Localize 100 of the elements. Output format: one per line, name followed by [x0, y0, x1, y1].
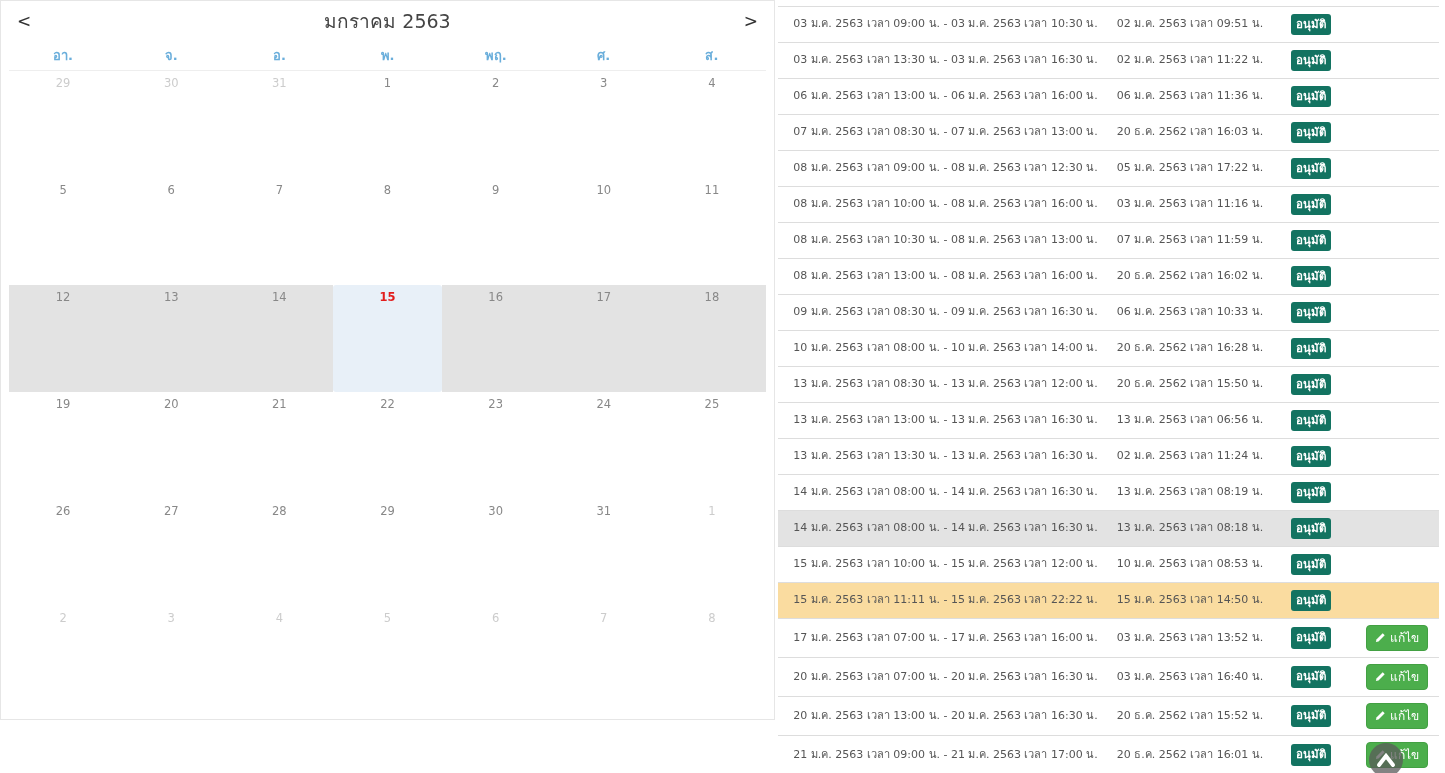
table-cell: 13 ม.ค. 2563 เวลา 08:19 น.	[1116, 484, 1264, 501]
day-cell[interactable]: 10	[549, 178, 658, 285]
table-row[interactable]: 14 ม.ค. 2563 เวลา 08:00 น. - 14 ม.ค. 2563 เวลา 16:30 น. 13 ม.ค. 2563 เวลา 08:18 น. อนุมัติ	[778, 510, 1439, 546]
day-cell[interactable]: 28	[225, 499, 334, 606]
table-row[interactable]: 20 ม.ค. 2563 เวลา 13:00 น. - 20 ม.ค. 2563 เวลา 16:30 น. 20 ธ.ค. 2562 เวลา 15:52 น. อนุมัติ แก้ไข	[778, 696, 1439, 735]
table-row[interactable]: 15 ม.ค. 2563 เวลา 11:11 น. - 15 ม.ค. 2563 เวลา 22:22 น. 15 ม.ค. 2563 เวลา 14:50 น. อนุมัติ	[778, 582, 1439, 618]
table-row[interactable]: 13 ม.ค. 2563 เวลา 13:00 น. - 13 ม.ค. 2563 เวลา 16:30 น. 13 ม.ค. 2563 เวลา 06:56 น. อนุมัติ	[778, 402, 1439, 438]
day-cell[interactable]: 26	[9, 499, 118, 606]
day-cell[interactable]: 25	[657, 392, 766, 499]
table-row[interactable]: 03 ม.ค. 2563 เวลา 09:00 น. - 03 ม.ค. 2563 เวลา 10:30 น. 02 ม.ค. 2563 เวลา 09:51 น. อนุมัติ	[778, 6, 1439, 42]
table-cell-text: 21 ม.ค. 2563 เวลา 09:00 น. - 21 ม.ค. 2563 เวลา 17:00 น.	[793, 746, 1098, 763]
status-label: อนุมัติ	[1291, 13, 1331, 36]
table-row[interactable]: 07 ม.ค. 2563 เวลา 08:30 น. - 07 ม.ค. 2563 เวลา 13:00 น. 20 ธ.ค. 2562 เวลา 16:03 น. อนุมัติ	[778, 114, 1439, 150]
table-row[interactable]: 09 ม.ค. 2563 เวลา 08:30 น. - 09 ม.ค. 2563 เวลา 16:30 น. 06 ม.ค. 2563 เวลา 10:33 น. อนุมัติ	[778, 294, 1439, 330]
day-cell[interactable]: 17	[549, 285, 658, 392]
table-row[interactable]: 03 ม.ค. 2563 เวลา 13:30 น. - 03 ม.ค. 2563 เวลา 16:30 น. 02 ม.ค. 2563 เวลา 11:22 น. อนุมัติ	[778, 42, 1439, 78]
day-cell[interactable]: 31	[549, 499, 658, 606]
status-label: อนุมัติ	[1291, 265, 1331, 288]
day-cell[interactable]: 22	[333, 392, 442, 499]
day-cell[interactable]: 5	[9, 178, 118, 285]
table-cell: 03 ม.ค. 2563 เวลา 13:30 น. - 03 ม.ค. 2563 เวลา 16:30 น.	[793, 52, 1098, 69]
table-row[interactable]: 06 ม.ค. 2563 เวลา 13:00 น. - 06 ม.ค. 2563 เวลา 16:00 น. 06 ม.ค. 2563 เวลา 11:36 น. อนุมัติ	[778, 78, 1439, 114]
day-cell[interactable]: 14	[225, 285, 334, 392]
table-cell: 08 ม.ค. 2563 เวลา 13:00 น. - 08 ม.ค. 2563 เวลา 16:00 น.	[793, 268, 1098, 285]
day-cell[interactable]: 8	[333, 178, 442, 285]
status-label: อนุมัติ	[1291, 301, 1331, 324]
table-cell: 06 ม.ค. 2563 เวลา 10:33 น.	[1116, 304, 1264, 321]
next-month-button[interactable]: >	[739, 12, 762, 30]
day-cell[interactable]: 1	[333, 71, 442, 178]
table-row[interactable]: 20 ม.ค. 2563 เวลา 07:00 น. - 20 ม.ค. 2563 เวลา 16:30 น. 03 ม.ค. 2563 เวลา 16:40 น. อนุมัติ แก้ไข	[778, 657, 1439, 696]
day-cell[interactable]: 18	[657, 285, 766, 392]
table-row[interactable]: 10 ม.ค. 2563 เวลา 08:00 น. - 10 ม.ค. 2563 เวลา 14:00 น. 20 ธ.ค. 2562 เวลา 16:28 น. อนุมัติ	[778, 330, 1439, 366]
edit-button[interactable]: แก้ไข	[1366, 702, 1428, 730]
table-cell: 02 ม.ค. 2563 เวลา 11:24 น.	[1116, 448, 1264, 465]
day-cell[interactable]: 11	[657, 178, 766, 285]
day-cell[interactable]: 20	[117, 392, 226, 499]
status-label: อนุมัติ	[1291, 121, 1331, 144]
status-label: อนุมัติ	[1291, 705, 1331, 727]
day-cell[interactable]: 19	[9, 392, 118, 499]
table-row[interactable]: 13 ม.ค. 2563 เวลา 08:30 น. - 13 ม.ค. 2563 เวลา 12:00 น. 20 ธ.ค. 2562 เวลา 15:50 น. อนุมัติ	[778, 366, 1439, 402]
status-label: อนุมัติ	[1291, 193, 1331, 216]
table-row[interactable]: 08 ม.ค. 2563 เวลา 10:00 น. - 08 ม.ค. 2563 เวลา 16:00 น. 03 ม.ค. 2563 เวลา 11:16 น. อนุมัติ	[778, 186, 1439, 222]
day-cell[interactable]: 15	[333, 285, 442, 392]
day-cell[interactable]: 30	[441, 499, 550, 606]
day-cell[interactable]: 3	[549, 71, 658, 178]
status-label: อนุมัติ	[1291, 409, 1331, 432]
table-cell: 10 ม.ค. 2563 เวลา 08:53 น.	[1116, 556, 1264, 573]
table-row[interactable]: 08 ม.ค. 2563 เวลา 09:00 น. - 08 ม.ค. 2563 เวลา 12:30 น. 05 ม.ค. 2563 เวลา 17:22 น. อนุมัติ	[778, 150, 1439, 186]
status-label: อนุมัติ	[1291, 49, 1331, 72]
status-label: อนุมัติ	[1291, 666, 1331, 688]
edit-button[interactable]: แก้ไข	[1366, 624, 1428, 652]
table-cell: 08 ม.ค. 2563 เวลา 10:00 น. - 08 ม.ค. 2563 เวลา 16:00 น.	[793, 196, 1098, 213]
pencil-icon	[1375, 632, 1386, 644]
day-cell[interactable]: 27	[117, 499, 226, 606]
table-cell-text: 20 ธ.ค. 2562 เวลา 15:52 น.	[1116, 707, 1264, 724]
table-cell: 20 ธ.ค. 2562 เวลา 16:02 น.	[1116, 268, 1264, 285]
table-cell: 13 ม.ค. 2563 เวลา 08:30 น. - 13 ม.ค. 2563 เวลา 12:00 น.	[793, 376, 1098, 393]
table-cell: 06 ม.ค. 2563 เวลา 11:36 น.	[1116, 88, 1264, 105]
day-cell[interactable]: 7	[225, 178, 334, 285]
table-cell: 15 ม.ค. 2563 เวลา 10:00 น. - 15 ม.ค. 2563 เวลา 12:00 น.	[793, 556, 1098, 573]
day-cell[interactable]: 9	[441, 178, 550, 285]
day-cell[interactable]: 6	[117, 178, 226, 285]
status-label: อนุมัติ	[1291, 445, 1331, 468]
table-row[interactable]: 08 ม.ค. 2563 เวลา 10:30 น. - 08 ม.ค. 2563 เวลา 13:00 น. 07 ม.ค. 2563 เวลา 11:59 น. อนุมัติ	[778, 222, 1439, 258]
day-cell[interactable]: 2	[441, 71, 550, 178]
table-cell: 15 ม.ค. 2563 เวลา 11:11 น. - 15 ม.ค. 2563 เวลา 22:22 น.	[793, 592, 1098, 609]
table-cell-text: 20 ม.ค. 2563 เวลา 07:00 น. - 20 ม.ค. 2563 เวลา 16:30 น.	[793, 668, 1098, 685]
table-cell: 03 ม.ค. 2563 เวลา 11:16 น.	[1116, 196, 1264, 213]
table-cell: 06 ม.ค. 2563 เวลา 13:00 น. - 06 ม.ค. 2563 เวลา 16:00 น.	[793, 88, 1098, 105]
status-label: อนุมัติ	[1291, 229, 1331, 252]
previous-month-button[interactable]: <	[13, 12, 36, 30]
table-cell: 13 ม.ค. 2563 เวลา 06:56 น.	[1116, 412, 1264, 429]
table-cell: 02 ม.ค. 2563 เวลา 09:51 น.	[1116, 16, 1264, 33]
table-cell: 13 ม.ค. 2563 เวลา 13:00 น. - 13 ม.ค. 2563 เวลา 16:30 น.	[793, 412, 1098, 429]
weekday-label: อ.	[272, 46, 286, 65]
edit-button[interactable]: แก้ไข	[1366, 663, 1428, 691]
day-cell[interactable]: 4	[657, 71, 766, 178]
status-label: อนุมัติ	[1291, 744, 1331, 766]
table-cell: 07 ม.ค. 2563 เวลา 08:30 น. - 07 ม.ค. 2563 เวลา 13:00 น.	[793, 124, 1098, 141]
table-cell: 20 ธ.ค. 2562 เวลา 15:50 น.	[1116, 376, 1264, 393]
day-cell[interactable]: 13	[117, 285, 226, 392]
table-cell: 20 ธ.ค. 2562 เวลา 16:03 น.	[1116, 124, 1264, 141]
day-cell[interactable]: 24	[549, 392, 658, 499]
day-cell[interactable]: 23	[441, 392, 550, 499]
table-row[interactable]: 17 ม.ค. 2563 เวลา 07:00 น. - 17 ม.ค. 2563 เวลา 16:00 น. 03 ม.ค. 2563 เวลา 13:52 น. อนุมัติ แก้ไข	[778, 618, 1439, 657]
status-label: อนุมัติ	[1291, 373, 1331, 396]
table-cell-text: 20 ม.ค. 2563 เวลา 13:00 น. - 20 ม.ค. 2563 เวลา 16:30 น.	[793, 707, 1098, 724]
day-cell[interactable]: 12	[9, 285, 118, 392]
table-cell: 13 ม.ค. 2563 เวลา 13:30 น. - 13 ม.ค. 2563 เวลา 16:30 น.	[793, 448, 1098, 465]
status-label: อนุมัติ	[1291, 481, 1331, 504]
table-row[interactable]: 08 ม.ค. 2563 เวลา 13:00 น. - 08 ม.ค. 2563 เวลา 16:00 น. 20 ธ.ค. 2562 เวลา 16:02 น. อนุมัติ	[778, 258, 1439, 294]
table-cell: 14 ม.ค. 2563 เวลา 08:00 น. - 14 ม.ค. 2563 เวลา 16:30 น.	[793, 484, 1098, 501]
day-cell[interactable]: 16	[441, 285, 550, 392]
weekday-label: พ.	[380, 46, 395, 65]
month-title: มกราคม 2563	[324, 8, 451, 34]
day-cell[interactable]: 29	[333, 499, 442, 606]
table-cell: 03 ม.ค. 2563 เวลา 09:00 น. - 03 ม.ค. 2563 เวลา 10:30 น.	[793, 16, 1098, 33]
table-row[interactable]: 13 ม.ค. 2563 เวลา 13:30 น. - 13 ม.ค. 2563 เวลา 16:30 น. 02 ม.ค. 2563 เวลา 11:24 น. อนุมัติ	[778, 438, 1439, 474]
weekday-label: จ.	[164, 46, 178, 65]
day-cell[interactable]: 21	[225, 392, 334, 499]
